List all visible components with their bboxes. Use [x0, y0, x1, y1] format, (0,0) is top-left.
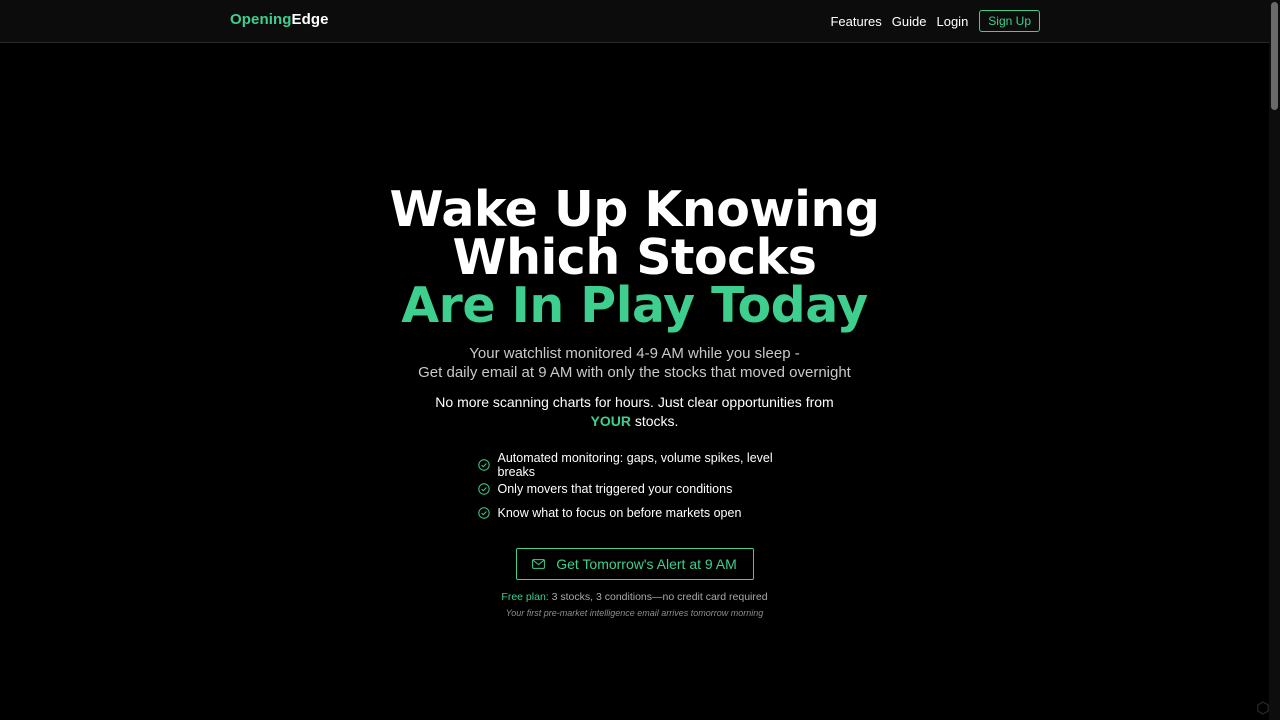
page: OpeningEdge Features Guide Login Sign Up… — [0, 0, 1280, 720]
free-plan-note: Free plan: 3 stocks, 3 conditions—no cre… — [0, 591, 1269, 603]
brand-name-part2: Edge — [291, 11, 329, 28]
nav-link-guide[interactable]: Guide — [892, 14, 927, 29]
hero-subtitle: Your watchlist monitored 4-9 AM while yo… — [0, 344, 1269, 382]
tagline-end: stocks. — [630, 413, 679, 429]
headline-line-3: Are In Play Today — [401, 277, 868, 334]
nav-links: Features Guide Login Sign Up — [830, 10, 1040, 32]
feature-item: Automated monitoring: gaps, volume spike… — [477, 451, 798, 479]
signup-button[interactable]: Sign Up — [979, 10, 1040, 32]
check-circle-icon — [477, 507, 490, 519]
hero-tagline: No more scanning charts for hours. Just … — [420, 393, 850, 431]
check-circle-icon — [477, 483, 490, 495]
brand-logo[interactable]: OpeningEdge — [230, 11, 329, 28]
hexagon-icon — [1257, 701, 1269, 715]
page-scrollbar[interactable] — [1269, 0, 1280, 720]
feature-list: Automated monitoring: gaps, volume spike… — [477, 451, 798, 525]
hero-headline: Wake Up Knowing Which Stocks Are In Play… — [0, 181, 1269, 334]
mail-icon — [532, 559, 546, 569]
tagline-highlight: YOUR — [590, 413, 631, 429]
free-plan-label: Free plan: — [501, 591, 549, 603]
feature-item: Only movers that triggered your conditio… — [477, 477, 798, 501]
scrollbar-thumb[interactable] — [1271, 2, 1278, 110]
headline-line-2: Which Stocks — [452, 229, 817, 286]
check-circle-icon — [477, 459, 490, 471]
free-plan-text: 3 stocks, 3 conditions—no credit card re… — [548, 591, 768, 603]
tagline-text: No more scanning charts for hours. Just … — [435, 394, 834, 410]
nav-link-login[interactable]: Login — [936, 14, 968, 29]
hero-section: Wake Up Knowing Which Stocks Are In Play… — [0, 181, 1269, 618]
feature-item: Know what to focus on before markets ope… — [477, 501, 798, 525]
get-alert-button[interactable]: Get Tomorrow's Alert at 9 AM — [515, 548, 754, 580]
navbar: OpeningEdge Features Guide Login Sign Up — [0, 0, 1269, 43]
brand-name-part1: Opening — [230, 11, 292, 28]
feature-text: Know what to focus on before markets ope… — [497, 506, 742, 520]
nav-link-features[interactable]: Features — [830, 14, 881, 29]
feature-text: Only movers that triggered your conditio… — [497, 482, 733, 496]
feature-text: Automated monitoring: gaps, volume spike… — [497, 451, 773, 479]
headline-line-1: Wake Up Knowing — [389, 181, 880, 238]
first-email-note: Your first pre-market intelligence email… — [505, 608, 764, 618]
cta-label: Get Tomorrow's Alert at 9 AM — [556, 556, 737, 572]
subtitle-line-2: Get daily email at 9 AM with only the st… — [418, 364, 851, 381]
subtitle-line-1: Your watchlist monitored 4-9 AM while yo… — [469, 345, 800, 362]
